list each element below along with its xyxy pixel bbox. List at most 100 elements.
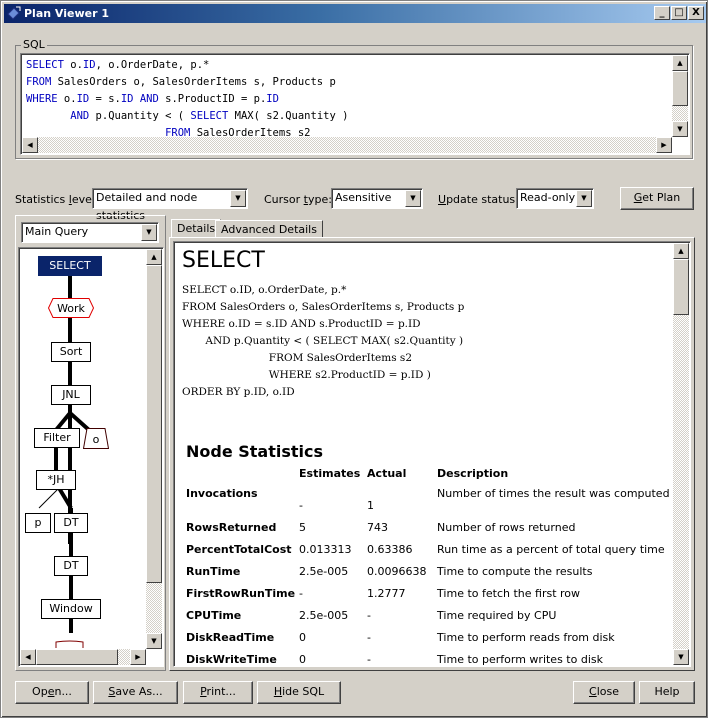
cell-actual: 0.0096638 bbox=[367, 565, 427, 578]
sql-token: o. bbox=[63, 59, 83, 71]
sql-keyword: SELECT bbox=[190, 110, 229, 122]
query-selector[interactable]: Main Query ▼ bbox=[21, 222, 159, 243]
cursor-type-select[interactable]: Asensitive ▼ bbox=[331, 188, 423, 209]
chevron-down-icon[interactable]: ▼ bbox=[230, 190, 246, 207]
scroll-down-icon[interactable]: ▼ bbox=[672, 121, 688, 137]
scroll-right-icon[interactable]: ▶ bbox=[130, 649, 146, 665]
column-header-estimates: Estimates bbox=[299, 467, 361, 480]
cell-estimate: 2.5e-005 bbox=[299, 609, 349, 622]
cell-name: DiskReadTime bbox=[186, 631, 275, 644]
column-header bbox=[184, 464, 297, 484]
cell-estimate: 2.5e-005 bbox=[299, 565, 349, 578]
plan-node-select[interactable]: SELECT bbox=[38, 256, 102, 276]
sql-token: MAX( s2.Quantity ) bbox=[228, 110, 349, 122]
column-header-actual: Actual bbox=[367, 467, 407, 480]
sql-keyword: WHERE bbox=[26, 93, 58, 105]
scroll-up-icon[interactable]: ▲ bbox=[673, 243, 689, 259]
plan-node-dt[interactable]: DT bbox=[54, 556, 88, 576]
table-row: PercentTotalCost 0.013313 0.63386 Run time … bbox=[184, 540, 685, 562]
details-content: SELECT SELECT o.ID, o.OrderDate, p.* FRO… bbox=[173, 241, 691, 667]
plan-tree-canvas[interactable]: SELECT Work Sort JNL Filter o *JH p DT D… bbox=[18, 247, 164, 667]
sql-token: = s. bbox=[89, 93, 121, 105]
plan-node-o[interactable]: o bbox=[83, 428, 109, 449]
plan-node-p[interactable]: p bbox=[25, 513, 51, 533]
plan-node-work[interactable]: Work bbox=[48, 298, 94, 318]
update-status-label: Update status: bbox=[438, 193, 519, 206]
statistics-level-select[interactable]: Detailed and node statistics ▼ bbox=[92, 188, 248, 222]
plan-node-window[interactable]: Window bbox=[41, 599, 101, 619]
table-row: RunTime 2.5e-005 0.0096638 Time to compute … bbox=[184, 562, 685, 584]
close-window-button[interactable]: X bbox=[688, 6, 704, 20]
cursor-type-value: Asensitive bbox=[335, 191, 392, 204]
table-row: Invocations - 1 Number of times the result … bbox=[184, 484, 685, 518]
title-bar[interactable]: Plan Viewer 1 _ □ X bbox=[4, 4, 706, 23]
scroll-thumb[interactable] bbox=[672, 71, 688, 106]
plan-node-sort[interactable]: Sort bbox=[51, 342, 91, 362]
cell-actual: 0.63386 bbox=[367, 543, 413, 556]
plan-node-jnl[interactable]: JNL bbox=[51, 385, 91, 405]
tab-advanced-details[interactable]: Advanced Details bbox=[215, 220, 323, 238]
open-button[interactable]: Open... bbox=[15, 681, 89, 704]
tree-horizontal-scrollbar[interactable]: ◀ ▶ bbox=[20, 649, 146, 665]
sql-group-label: SQL bbox=[21, 38, 47, 51]
sql-vertical-scrollbar[interactable]: ▲ ▼ bbox=[672, 55, 688, 137]
get-plan-button[interactable]: Get Plan bbox=[620, 187, 694, 210]
sql-keyword: AND bbox=[70, 110, 90, 122]
chevron-down-icon[interactable]: ▼ bbox=[576, 190, 592, 207]
plan-node-filter[interactable]: Filter bbox=[34, 428, 80, 448]
scroll-thumb[interactable] bbox=[146, 265, 162, 583]
plan-node-partial bbox=[55, 640, 84, 648]
cell-name: Invocations bbox=[186, 487, 258, 500]
help-button[interactable]: Help bbox=[639, 681, 695, 704]
plan-node-dt[interactable]: DT bbox=[54, 513, 88, 533]
scroll-right-icon[interactable]: ▶ bbox=[656, 137, 672, 153]
scroll-left-icon[interactable]: ◀ bbox=[20, 649, 36, 665]
cell-actual: 1 bbox=[367, 499, 375, 512]
table-row: FirstRowRunTime - 1.2777 Time to fetch the … bbox=[184, 584, 685, 606]
table-row: DiskReadTime 0 - Time to perform reads from… bbox=[184, 628, 685, 650]
window-title: Plan Viewer 1 bbox=[24, 7, 109, 20]
sql-token: , o.OrderDate, p.* bbox=[95, 59, 210, 71]
hide-sql-button[interactable]: Hide SQL bbox=[257, 681, 341, 704]
sql-keyword: ID bbox=[82, 59, 96, 71]
scroll-left-icon[interactable]: ◀ bbox=[22, 137, 38, 153]
cell-estimate: 0 bbox=[299, 631, 307, 644]
scroll-thumb[interactable] bbox=[36, 649, 118, 665]
cell-estimate: 5 bbox=[299, 521, 307, 534]
sql-editor-text[interactable]: SELECT o.ID, o.OrderDate, p.* FROM SalesO… bbox=[26, 57, 348, 142]
details-vertical-scrollbar[interactable]: ▲ ▼ bbox=[673, 243, 689, 665]
scroll-down-icon[interactable]: ▼ bbox=[146, 633, 162, 649]
sql-token: s.ProductID = p. bbox=[158, 93, 267, 105]
tree-vertical-scrollbar[interactable]: ▲ ▼ bbox=[146, 249, 162, 649]
update-status-select[interactable]: Read-only ▼ bbox=[516, 188, 594, 209]
plan-node-jh[interactable]: *JH bbox=[36, 470, 76, 490]
scroll-up-icon[interactable]: ▲ bbox=[146, 249, 162, 265]
app-icon bbox=[7, 6, 21, 20]
chevron-down-icon[interactable]: ▼ bbox=[141, 224, 157, 241]
print-button[interactable]: Print... bbox=[183, 681, 253, 704]
sql-editor[interactable]: SELECT o.ID, o.OrderDate, p.* FROM SalesO… bbox=[20, 53, 690, 155]
cell-name: PercentTotalCost bbox=[186, 543, 292, 556]
cell-actual: - bbox=[367, 609, 372, 622]
cell-name: RowsReturned bbox=[186, 521, 277, 534]
tab-details[interactable]: Details bbox=[171, 219, 222, 238]
close-button[interactable]: Close bbox=[573, 681, 635, 704]
save-as-button[interactable]: Save As... bbox=[93, 681, 178, 704]
minimize-button[interactable]: _ bbox=[654, 6, 670, 20]
chevron-down-icon[interactable]: ▼ bbox=[405, 190, 421, 207]
scroll-down-icon[interactable]: ▼ bbox=[673, 649, 689, 665]
sql-line: AND p.Quantity < ( SELECT MAX( s2.Quanti… bbox=[26, 108, 348, 125]
scroll-thumb[interactable] bbox=[673, 259, 689, 315]
cell-description: Time required by CPU bbox=[437, 609, 557, 622]
sql-line: SELECT o.ID, o.OrderDate, p.* bbox=[26, 57, 348, 74]
sql-token: p.Quantity < ( bbox=[89, 110, 191, 122]
cell-name: DiskWriteTime bbox=[186, 653, 277, 666]
scroll-up-icon[interactable]: ▲ bbox=[672, 55, 688, 71]
maximize-button[interactable]: □ bbox=[671, 6, 687, 20]
sql-token: o. bbox=[57, 93, 77, 105]
sql-horizontal-scrollbar[interactable]: ◀ ▶ bbox=[22, 137, 672, 153]
cell-actual: 1.2777 bbox=[367, 587, 406, 600]
cursor-type-label: Cursor type: bbox=[264, 193, 332, 206]
cell-description: Time to fetch the first row bbox=[437, 587, 581, 600]
